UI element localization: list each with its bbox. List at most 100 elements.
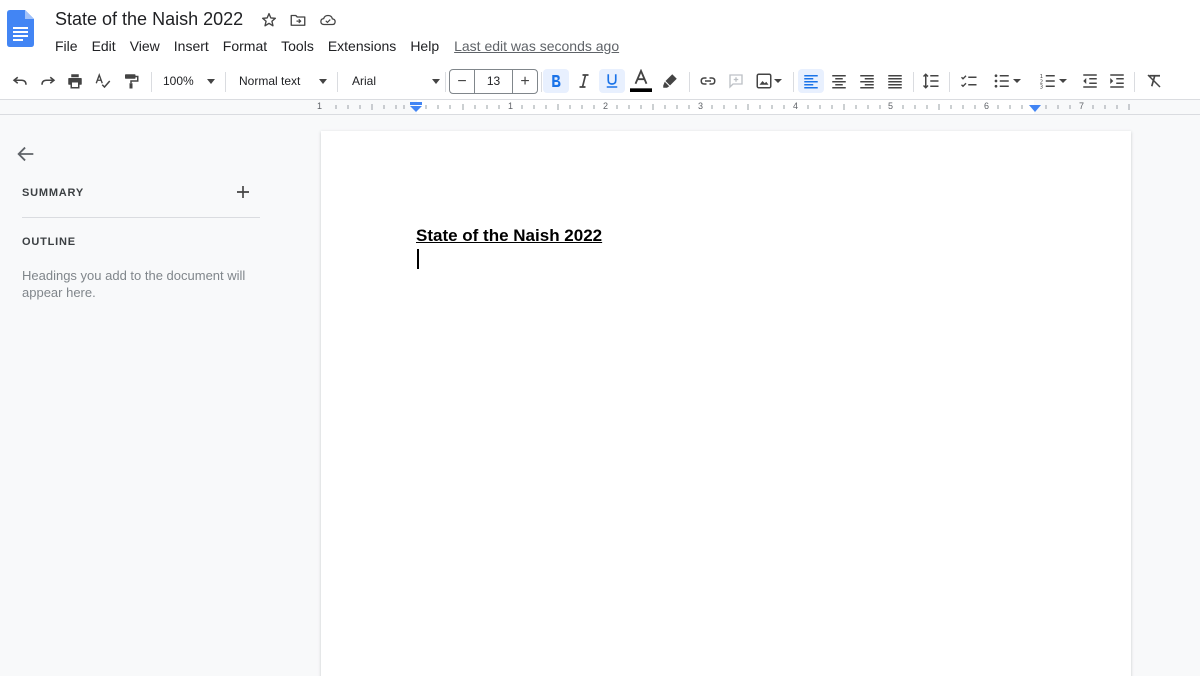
font-size-control: − 13 + (449, 69, 538, 94)
star-icon[interactable] (260, 11, 278, 29)
ruler-number: 4 (793, 101, 799, 111)
ruler-number: 3 (698, 101, 704, 111)
checklist-button[interactable] (957, 69, 981, 93)
text-cursor (417, 249, 419, 269)
paint-format-icon (125, 74, 139, 89)
align-center-icon (832, 75, 846, 89)
decrease-font-size-button[interactable]: − (450, 70, 474, 93)
svg-text:3: 3 (1040, 85, 1043, 91)
zoom-dropdown[interactable]: 100% (163, 69, 215, 93)
toolbar-divider (793, 72, 794, 92)
comment-icon (729, 74, 743, 89)
ruler-number: 1 (317, 101, 323, 111)
paragraph-style-dropdown[interactable]: Normal text (239, 69, 327, 93)
spellcheck-button[interactable] (91, 69, 115, 93)
clear-formatting-icon (1147, 74, 1161, 88)
increase-font-size-button[interactable]: + (513, 70, 537, 93)
numbered-list-button[interactable]: 123 (1033, 69, 1073, 93)
chevron-down-icon (1059, 79, 1067, 83)
decrease-indent-icon (1083, 74, 1097, 88)
highlight-color-button[interactable] (658, 69, 682, 93)
cloud-saved-icon[interactable] (319, 11, 337, 29)
italic-button[interactable] (572, 69, 596, 93)
move-folder-icon[interactable] (289, 11, 307, 29)
chevron-down-icon (207, 79, 215, 84)
align-left-icon (804, 75, 818, 89)
align-right-button[interactable] (855, 69, 879, 93)
right-indent-marker-icon[interactable] (1028, 104, 1042, 113)
document-heading[interactable]: State of the Naish 2022 (416, 226, 602, 246)
toolbar-divider (151, 72, 152, 92)
menu-insert[interactable]: Insert (167, 37, 216, 55)
spellcheck-icon (95, 73, 111, 89)
add-comment-button[interactable] (724, 69, 748, 93)
align-center-button[interactable] (827, 69, 851, 93)
undo-button[interactable] (8, 69, 32, 93)
toolbar-divider (689, 72, 690, 92)
redo-icon (41, 76, 56, 85)
menu-file[interactable]: File (48, 37, 85, 55)
toolbar-divider (949, 72, 950, 92)
toolbar-divider (1134, 72, 1135, 92)
clear-formatting-button[interactable] (1142, 69, 1166, 93)
add-summary-icon[interactable] (234, 183, 252, 201)
left-indent-marker-icon[interactable] (409, 102, 423, 113)
bold-button[interactable] (543, 69, 569, 93)
redo-button[interactable] (36, 69, 60, 93)
line-spacing-button[interactable] (919, 69, 943, 93)
paragraph-style-value: Normal text (239, 74, 301, 88)
paint-format-button[interactable] (119, 69, 143, 93)
ruler-number: 6 (984, 101, 990, 111)
insert-image-button[interactable] (752, 69, 786, 93)
menu-tools[interactable]: Tools (274, 37, 321, 55)
bulleted-list-icon (994, 74, 1009, 88)
back-arrow-icon[interactable] (15, 143, 37, 165)
align-left-button[interactable] (798, 69, 824, 93)
link-icon (700, 77, 716, 85)
justify-button[interactable] (883, 69, 907, 93)
image-icon (756, 73, 772, 89)
chevron-down-icon (432, 79, 440, 84)
outline-heading: OUTLINE (22, 236, 76, 248)
toolbar-divider (913, 72, 914, 92)
menu-bar: File Edit View Insert Format Tools Exten… (48, 37, 619, 55)
toolbar-divider (541, 72, 542, 92)
font-value: Arial (352, 74, 377, 88)
justify-icon (888, 75, 902, 89)
insert-link-button[interactable] (696, 69, 720, 93)
highlighter-icon (663, 74, 677, 88)
underline-button[interactable] (599, 69, 625, 93)
menu-format[interactable]: Format (216, 37, 274, 55)
menu-view[interactable]: View (123, 37, 167, 55)
toolbar-divider (445, 72, 446, 92)
numbered-list-icon: 123 (1040, 74, 1055, 91)
title-bar: State of the Naish 2022 File Edit View I… (0, 0, 1200, 62)
toolbar: 100% Normal text Arial − 13 + 1 2 3 (0, 62, 1200, 100)
print-button[interactable] (63, 69, 87, 93)
last-edit-link[interactable]: Last edit was seconds ago (454, 38, 619, 54)
bold-icon (552, 75, 561, 87)
ruler-number: 2 (603, 101, 609, 111)
docs-logo-icon[interactable] (7, 10, 34, 47)
increase-indent-icon (1110, 74, 1124, 88)
document-page[interactable]: State of the Naish 2022 (321, 131, 1131, 676)
ruler-ticks (335, 104, 1130, 110)
chevron-down-icon (774, 79, 782, 83)
zoom-value: 100% (163, 74, 194, 88)
menu-edit[interactable]: Edit (85, 37, 123, 55)
menu-extensions[interactable]: Extensions (321, 37, 403, 55)
document-title[interactable]: State of the Naish 2022 (55, 9, 243, 30)
chevron-down-icon (1013, 79, 1021, 83)
ruler[interactable]: 1 1 2 3 4 5 6 7 (0, 100, 1200, 115)
font-size-input[interactable]: 13 (474, 70, 513, 93)
ruler-number: 7 (1079, 101, 1085, 111)
font-dropdown[interactable]: Arial (352, 69, 440, 93)
checklist-icon (961, 75, 977, 88)
sidebar-divider (22, 217, 260, 218)
increase-indent-button[interactable] (1105, 69, 1129, 93)
menu-help[interactable]: Help (403, 37, 446, 55)
text-color-button[interactable] (629, 69, 653, 93)
bulleted-list-button[interactable] (987, 69, 1027, 93)
decrease-indent-button[interactable] (1078, 69, 1102, 93)
toolbar-divider (225, 72, 226, 92)
